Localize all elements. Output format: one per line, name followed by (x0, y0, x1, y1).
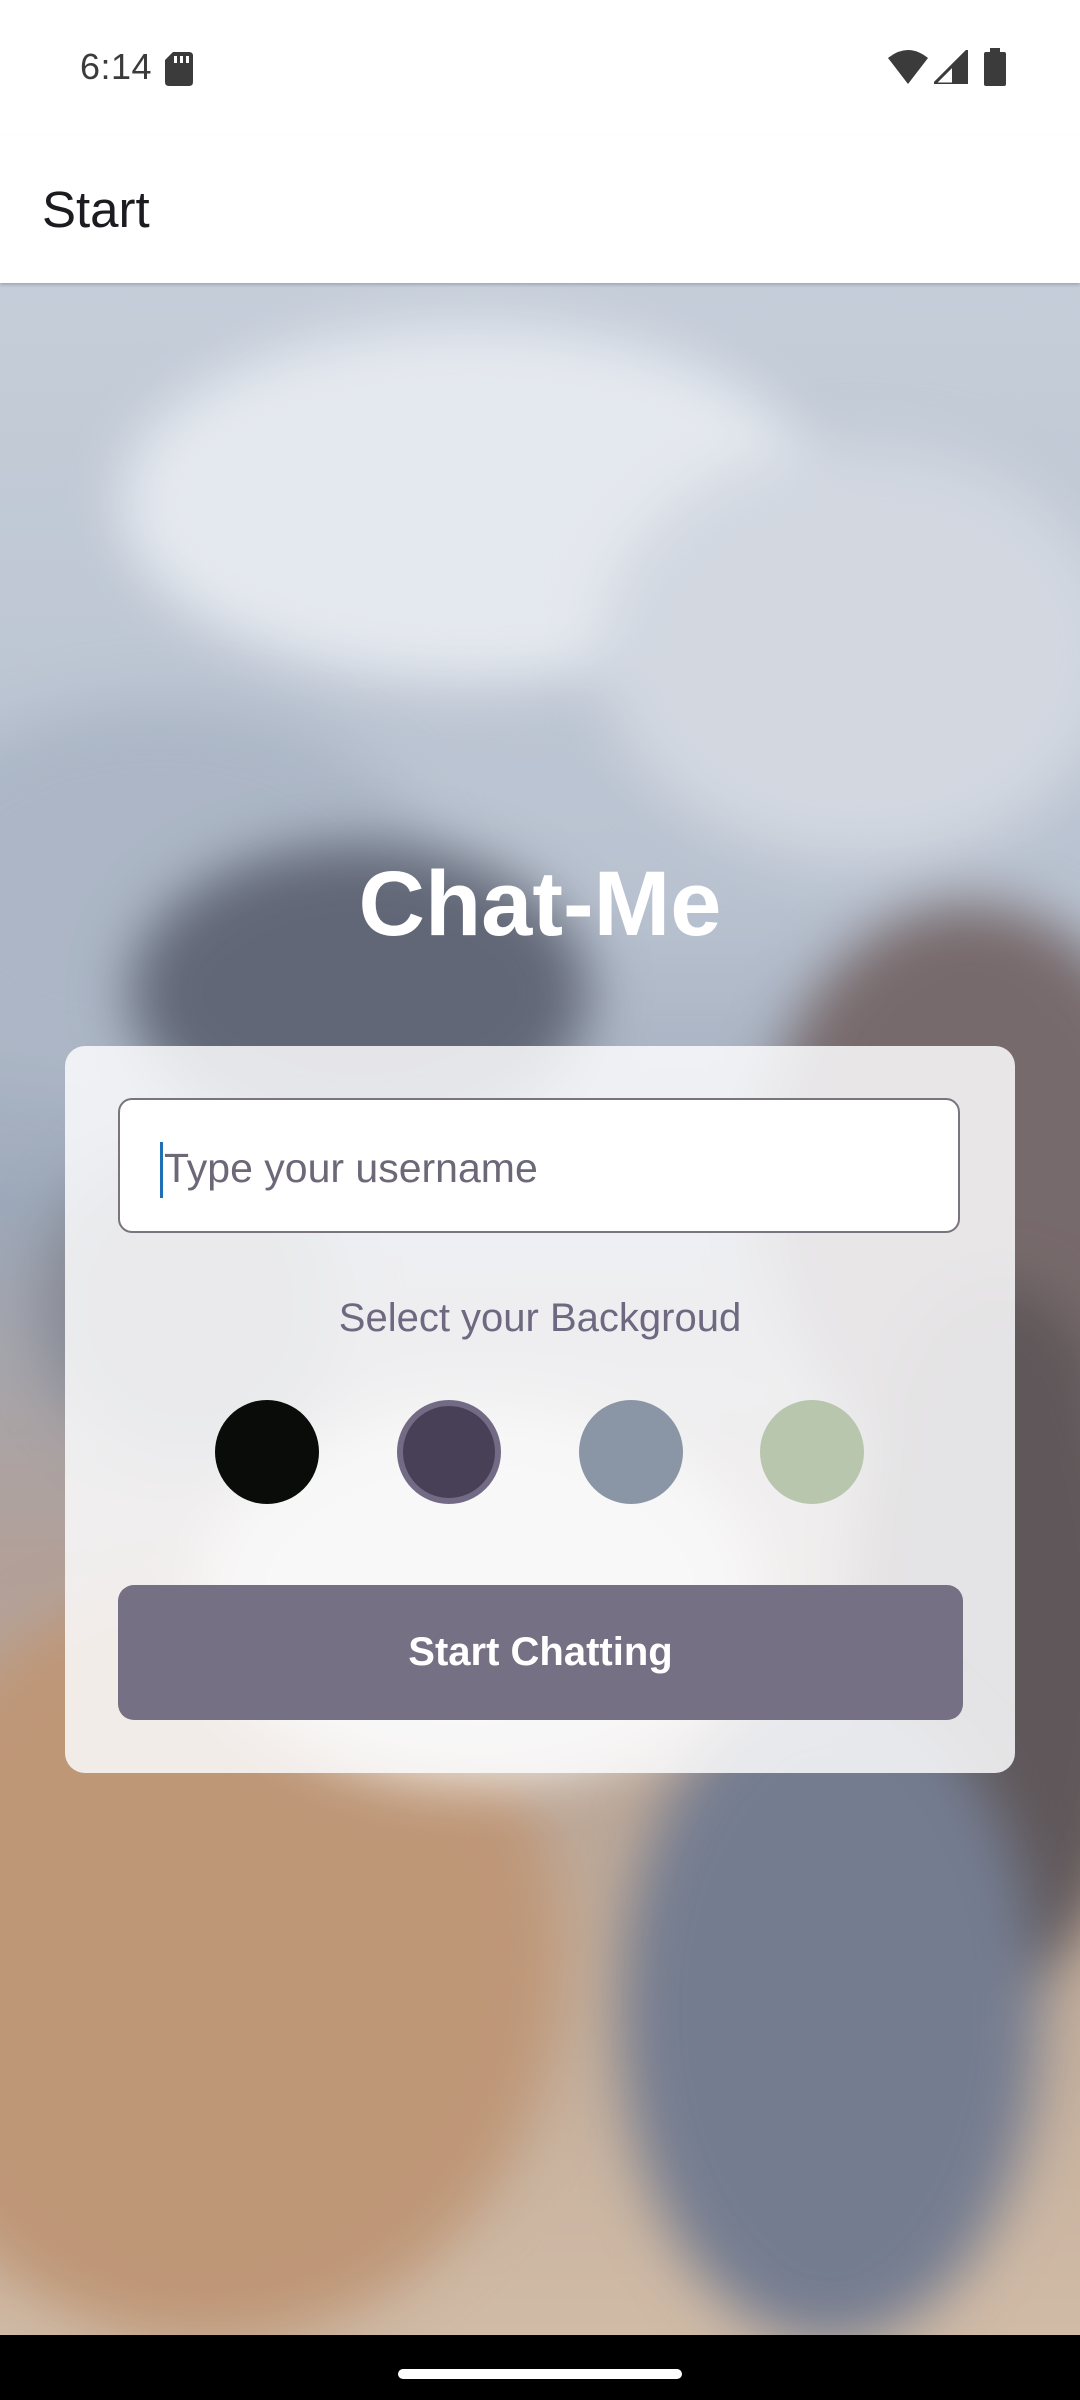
background-swatch-purple[interactable] (397, 1400, 501, 1504)
sd-card-icon (165, 52, 193, 86)
username-field[interactable] (118, 1098, 960, 1233)
background-swatch-slate[interactable] (579, 1400, 683, 1504)
username-input[interactable] (162, 1130, 946, 1206)
app-bar-title: Start (42, 181, 150, 238)
background-select-label: Select your Backgroud (338, 1296, 742, 1340)
status-time: 6:14 (80, 46, 153, 87)
app-title: Chat-Me (358, 853, 722, 955)
start-chatting-button[interactable]: Start Chatting (118, 1585, 963, 1720)
background-swatch-sage[interactable] (760, 1400, 864, 1504)
app-bar: Start (0, 135, 1080, 283)
login-card: Select your Backgroud Start Chatting (65, 1046, 1015, 1773)
wifi-icon (888, 50, 928, 84)
navigation-bar (0, 2335, 1080, 2400)
home-gesture-handle[interactable] (398, 2369, 682, 2379)
signal-icon (934, 50, 968, 84)
status-bar: 6:14 (0, 0, 1080, 135)
background-swatch-black[interactable] (215, 1400, 319, 1504)
battery-icon (984, 48, 1006, 86)
